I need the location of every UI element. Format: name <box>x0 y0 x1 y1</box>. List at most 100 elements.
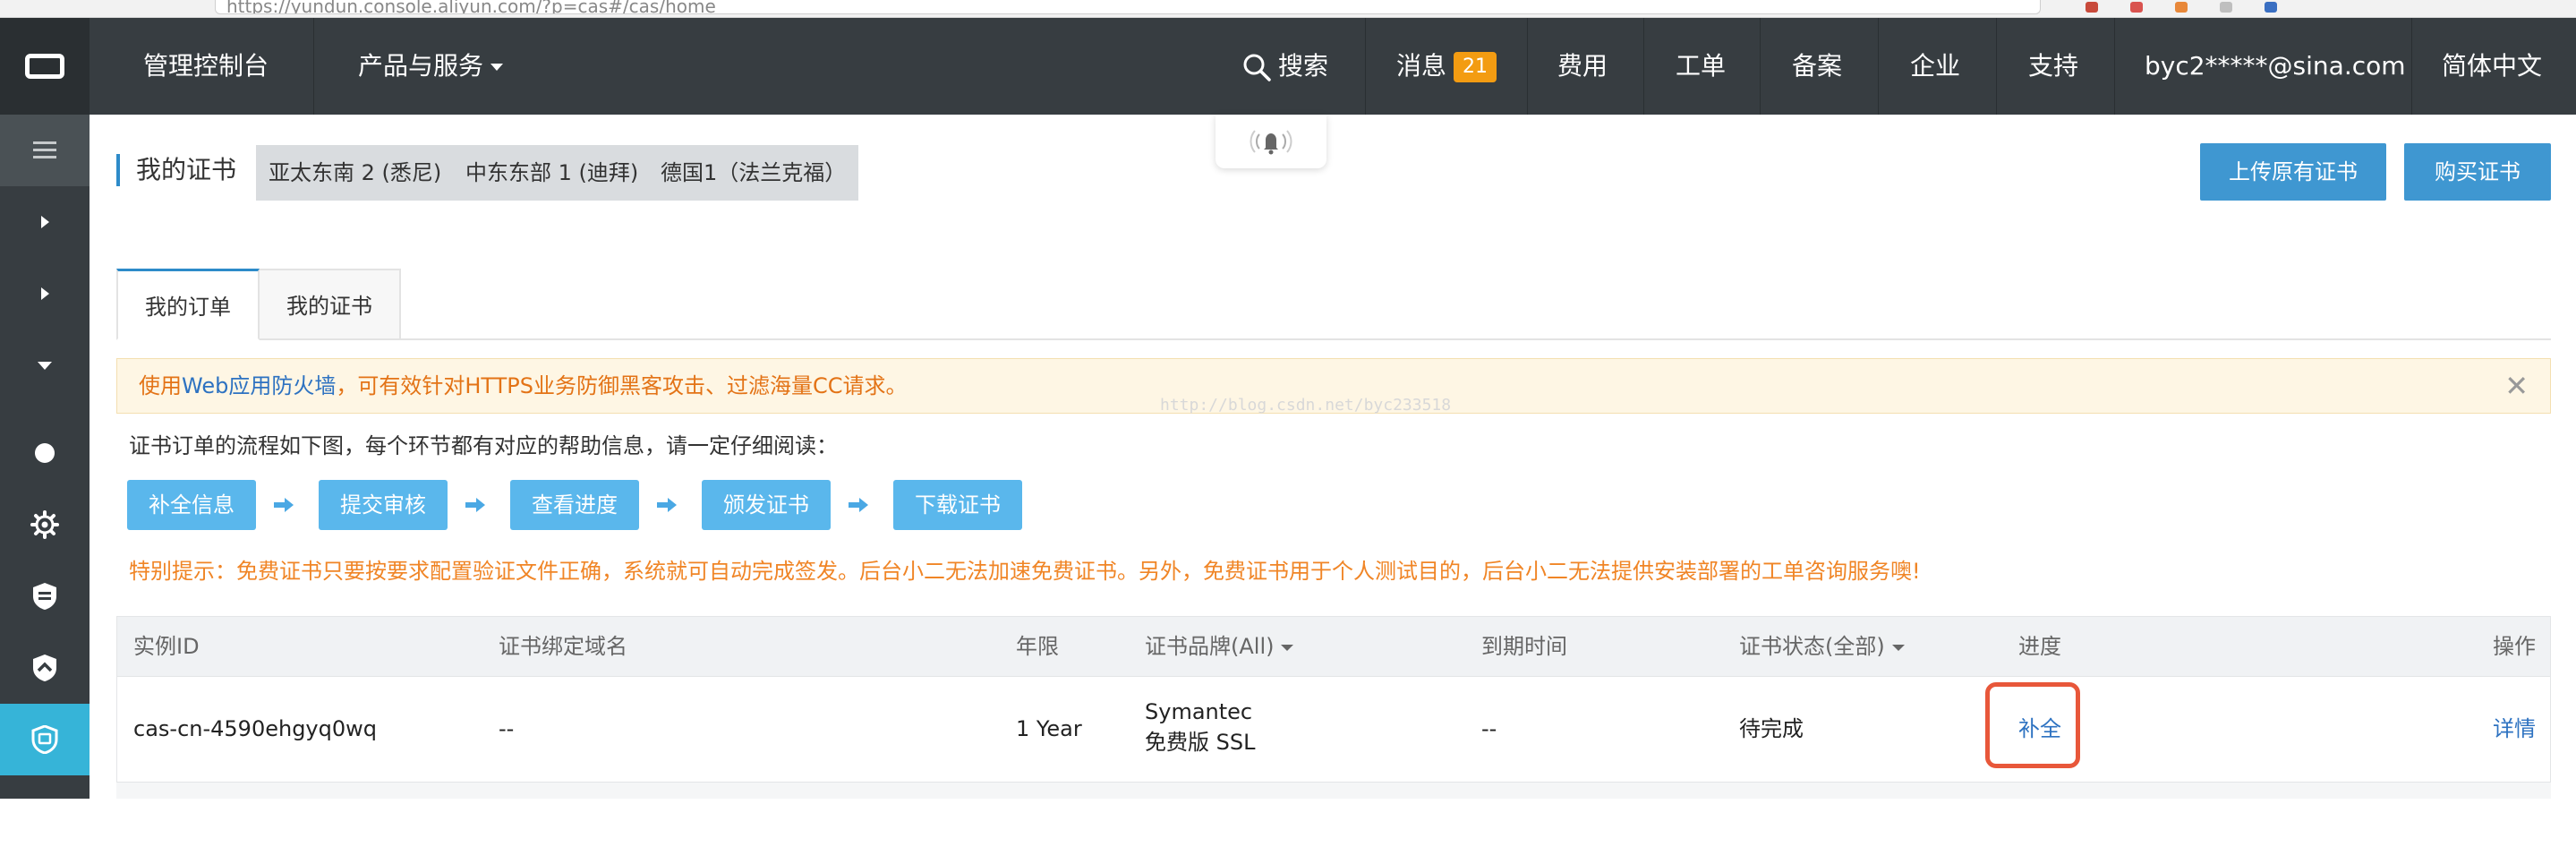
nav-divider <box>2411 18 2412 115</box>
th-brand[interactable]: 证书品牌(All) <box>1145 617 1294 676</box>
details-link[interactable]: 详情 <box>2493 711 2536 747</box>
sidebar-toggle[interactable] <box>0 115 90 186</box>
arrow-right-icon <box>465 498 485 512</box>
region-tab-frankfurt[interactable]: 德国1（法兰克福） <box>648 145 859 201</box>
sidebar-item-waf[interactable] <box>0 632 90 704</box>
tab-my-orders[interactable]: 我的订单 <box>116 269 260 340</box>
sidebar-item-overview[interactable] <box>0 417 90 489</box>
table-row: cas-cn-4590ehgyq0wq -- 1 Year Symantec 免… <box>116 677 2551 783</box>
notice-prefix: 使用 <box>139 373 182 398</box>
cell-brand-type: 免费版 SSL <box>1145 730 1256 755</box>
th-progress: 进度 <box>2018 634 2061 659</box>
th-term: 年限 <box>1016 634 1059 659</box>
nav-divider <box>1760 18 1761 115</box>
table-next-row <box>116 783 2551 799</box>
sidebar-item-certificates[interactable] <box>0 704 90 775</box>
nav-icp[interactable]: 备案 <box>1792 18 1842 115</box>
nav-products-label: 产品与服务 <box>358 51 484 81</box>
nav-divider <box>1365 18 1366 115</box>
nav-products[interactable]: 产品与服务 <box>358 18 504 115</box>
extension-icon[interactable] <box>2130 2 2143 13</box>
nav-divider <box>1878 18 1879 115</box>
sidebar-item-settings[interactable] <box>0 489 90 560</box>
th-expiry: 到期时间 <box>1481 634 1567 659</box>
cell-status: 待完成 <box>1739 716 1804 741</box>
flow-step-download-certificate[interactable]: 下载证书 <box>893 480 1022 530</box>
nav-search-label: 搜索 <box>1278 51 1329 81</box>
chevron-down-icon <box>1891 644 1905 651</box>
browser-chrome: https://yundun.console.aliyun.com/?p=cas… <box>0 0 2576 18</box>
th-status-label: 证书状态(全部) <box>1739 634 1885 659</box>
extension-icon[interactable] <box>2175 2 2188 13</box>
chevron-right-icon <box>40 287 49 300</box>
address-bar[interactable]: https://yundun.console.aliyun.com/?p=cas… <box>215 0 2041 14</box>
tabs-divider <box>116 338 2551 340</box>
sidebar-group-2[interactable] <box>0 258 90 329</box>
flow-intro-text: 证书订单的流程如下图，每个环节都有对应的帮助信息，请一定仔细阅读： <box>129 433 838 458</box>
cell-brand-name: Symantec <box>1145 699 1253 724</box>
flow-step-complete-info[interactable]: 补全信息 <box>127 480 256 530</box>
nav-divider <box>1643 18 1644 115</box>
certificate-shield-icon <box>31 725 58 754</box>
nav-messages-label: 消息 <box>1396 51 1447 81</box>
th-status[interactable]: 证书状态(全部) <box>1739 617 1905 676</box>
menu-icon <box>33 141 56 158</box>
nav-enterprise[interactable]: 企业 <box>1910 18 1960 115</box>
page-title: 我的证书 <box>116 154 236 186</box>
shield-check-icon <box>33 654 56 681</box>
chevron-down-icon <box>38 361 52 370</box>
arrow-right-icon <box>849 498 868 512</box>
th-instance-id: 实例ID <box>133 634 200 659</box>
search-icon <box>1243 54 1271 81</box>
sidebar-group-1[interactable] <box>0 186 90 258</box>
cell-instance-id: cas-cn-4590ehgyq0wq <box>133 716 377 741</box>
highlight-annotation <box>1985 682 2080 768</box>
nav-console[interactable]: 管理控制台 <box>143 18 269 115</box>
extension-icon[interactable] <box>2086 2 2098 13</box>
flow-step-issue-certificate[interactable]: 颁发证书 <box>702 480 831 530</box>
gear-icon <box>30 510 59 539</box>
region-tab-dubai[interactable]: 中东东部 1 (迪拜) <box>453 145 652 201</box>
nav-search[interactable]: 搜索 <box>1242 18 1328 115</box>
sidebar-item-more[interactable] <box>0 775 90 847</box>
cell-domain: -- <box>499 716 515 741</box>
nav-messages[interactable]: 消息 21 <box>1396 18 1497 115</box>
watermark: http://blog.csdn.net/byc233518 <box>1160 396 1452 415</box>
nav-account[interactable]: byc2*****@sina.com <box>2145 18 2406 115</box>
chevron-down-icon <box>1281 644 1294 651</box>
nav-tickets[interactable]: 工单 <box>1676 18 1726 115</box>
region-tab-sydney[interactable]: 亚太东南 2 (悉尼) <box>256 145 455 201</box>
upload-certificate-button[interactable]: 上传原有证书 <box>2200 143 2386 201</box>
aliyun-logo[interactable] <box>0 18 90 115</box>
nav-support[interactable]: 支持 <box>2028 18 2078 115</box>
nav-language[interactable]: 简体中文 <box>2442 18 2542 115</box>
extension-icon[interactable] <box>2220 2 2232 13</box>
th-action: 操作 <box>2493 634 2536 659</box>
close-icon[interactable]: ✕ <box>2504 359 2529 413</box>
sidebar-group-3[interactable] <box>0 329 90 401</box>
shield-icon <box>33 583 56 610</box>
chevron-right-icon <box>40 216 49 228</box>
arrow-right-icon <box>274 498 294 512</box>
nav-billing[interactable]: 费用 <box>1557 18 1608 115</box>
nav-divider <box>313 18 314 115</box>
nav-divider <box>2114 18 2115 115</box>
chevron-down-icon <box>490 64 504 71</box>
sidebar-item-security[interactable] <box>0 560 90 632</box>
waf-link[interactable]: Web应用防火墙 <box>182 373 336 398</box>
main-content: 我的证书 亚太东南 2 (悉尼) 中东东部 1 (迪拜) 德国1（法兰克福） 上… <box>90 115 2576 799</box>
notice-suffix: ，可有效针对HTTPS业务防御黑客攻击、过滤海量CC请求。 <box>336 373 908 398</box>
notification-bell-popup[interactable] <box>1215 115 1326 168</box>
flow-step-view-progress[interactable]: 查看进度 <box>510 480 639 530</box>
logo-icon <box>25 54 64 79</box>
table-header: 实例ID 证书绑定域名 年限 证书品牌(All) 到期时间 证书状态(全部) 进… <box>116 616 2551 677</box>
tab-my-certificates[interactable]: 我的证书 <box>260 269 401 340</box>
buy-certificate-button[interactable]: 购买证书 <box>2404 143 2551 201</box>
extension-icon[interactable] <box>2265 2 2277 13</box>
message-count-badge: 21 <box>1454 52 1497 82</box>
nav-divider <box>1527 18 1528 115</box>
flow-step-submit-review[interactable]: 提交审核 <box>319 480 448 530</box>
nav-divider <box>1996 18 1997 115</box>
circle-icon <box>35 443 55 463</box>
arrow-right-icon <box>657 498 677 512</box>
